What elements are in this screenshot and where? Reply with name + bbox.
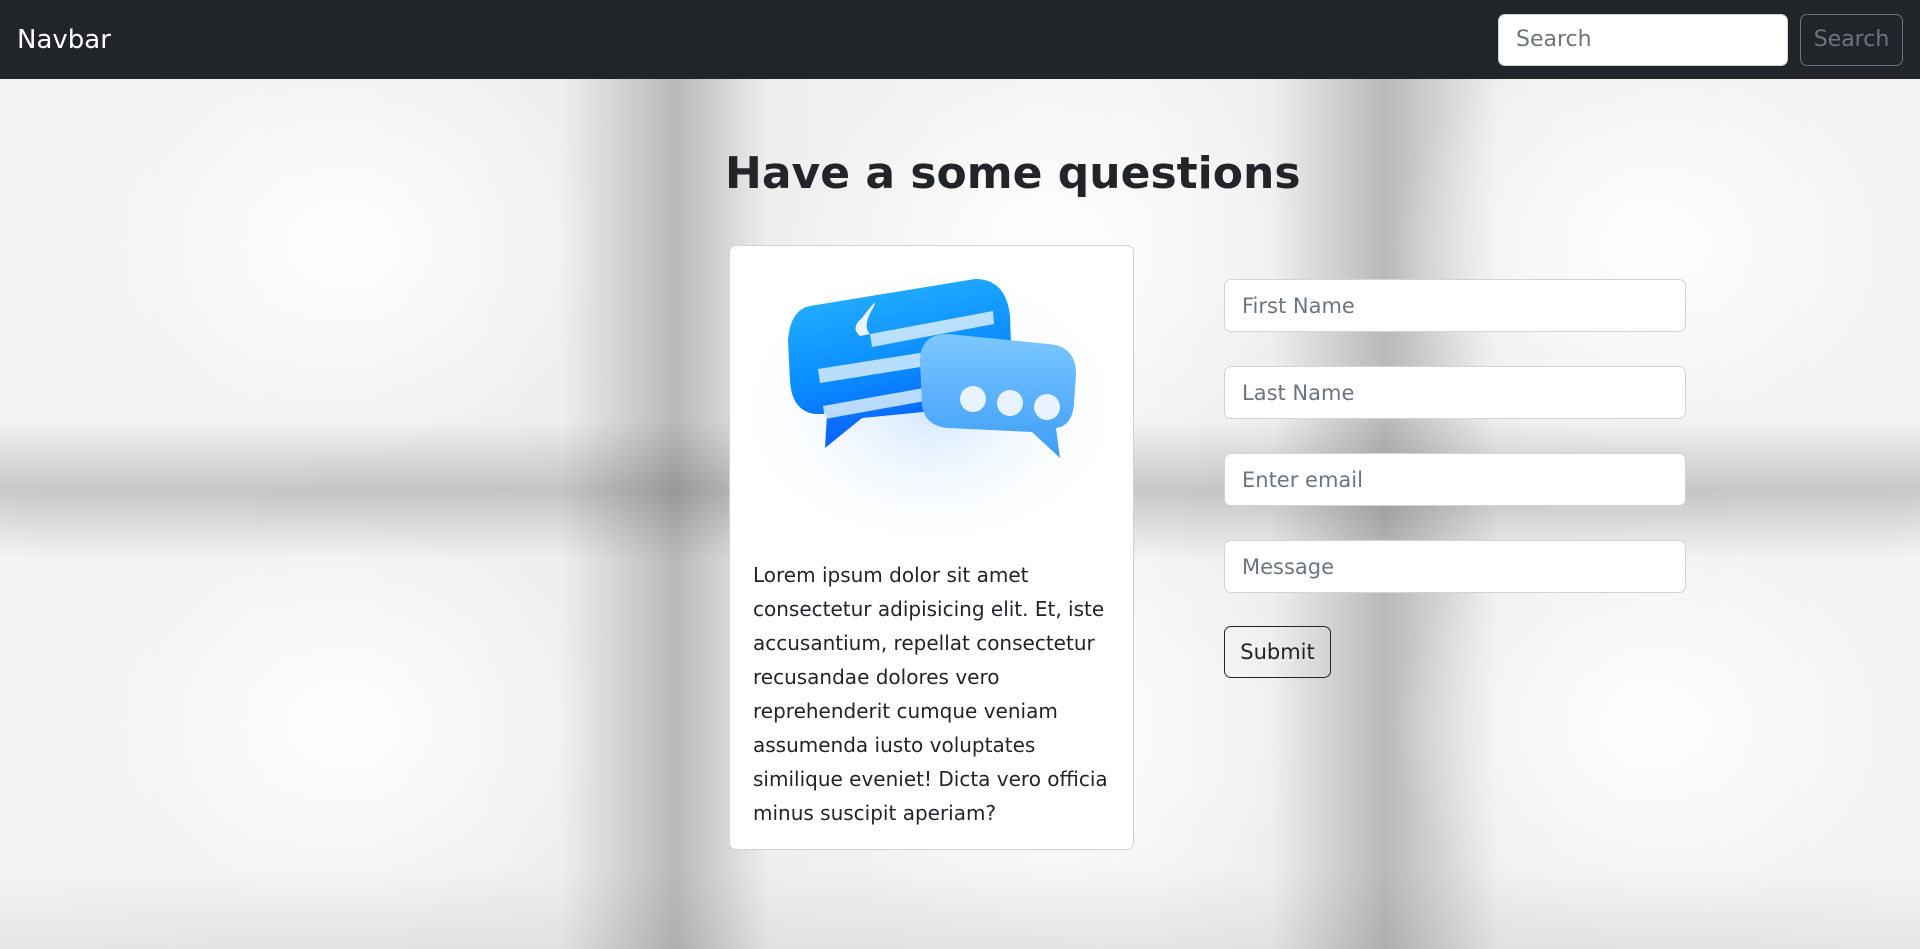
card-text: Lorem ipsum dolor sit amet consectetur a… [753, 563, 1108, 825]
email-input[interactable] [1224, 453, 1686, 506]
navbar-brand[interactable]: Navbar [17, 25, 111, 55]
chat-bubbles-icon [745, 256, 1115, 536]
page-title: Have a some questions [725, 148, 1301, 199]
contact-form: Submit [1224, 279, 1686, 678]
navbar-search-button[interactable]: Search [1800, 13, 1903, 66]
navbar: Navbar Search [0, 0, 1920, 79]
message-input[interactable] [1224, 540, 1686, 593]
background-shade-bottom [0, 869, 1920, 949]
navbar-search-form: Search [1498, 13, 1903, 66]
info-card: Lorem ipsum dolor sit amet consectetur a… [729, 245, 1134, 850]
last-name-input[interactable] [1224, 366, 1686, 419]
first-name-input[interactable] [1224, 279, 1686, 332]
submit-button[interactable]: Submit [1224, 626, 1331, 678]
navbar-search-input[interactable] [1498, 13, 1788, 66]
